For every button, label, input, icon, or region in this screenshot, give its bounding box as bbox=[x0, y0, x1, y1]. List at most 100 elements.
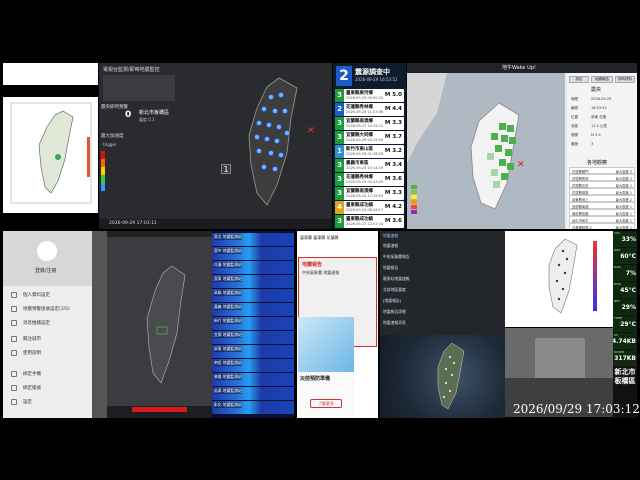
quake-row[interactable]: 4 臺東縣成功鎮 2026-09-24 08:28:17 M 4.2 bbox=[335, 201, 404, 214]
ad-button[interactable]: 了解更多 bbox=[310, 399, 342, 408]
intensity-scale bbox=[101, 151, 105, 191]
info-value: 臺東 花蓮 bbox=[591, 115, 607, 119]
sidebar-item[interactable]: 綁定手機 bbox=[23, 371, 41, 377]
quake-row[interactable]: 3 花蓮縣秀林鄉 2026-09-25 02:43:00 M 3.6 bbox=[335, 173, 404, 186]
sidebar-item[interactable]: 關注城市 bbox=[23, 336, 41, 342]
max-accel-value: trigger bbox=[103, 142, 117, 147]
ad-image bbox=[298, 317, 354, 372]
info-key: 深度 bbox=[571, 124, 578, 128]
station-row[interactable]: 花蓮縣秀林 最大震度 2 bbox=[569, 174, 635, 181]
stat-value: 317KB bbox=[614, 355, 636, 362]
app-title: 地牛Wake Up! bbox=[502, 65, 536, 71]
station-label: 臺中 地震監測站 bbox=[214, 248, 242, 254]
ad-card[interactable]: 災前預防準備 了解更多 bbox=[298, 317, 354, 415]
mobile-taiwan-map bbox=[146, 265, 186, 384]
quake-magnitude: M 4.2 bbox=[384, 204, 402, 210]
stat-tile: UP 4.74KB bbox=[613, 333, 637, 349]
quake-magnitude: M 3.7 bbox=[384, 134, 402, 140]
app-map-view[interactable]: ✕ bbox=[407, 73, 565, 229]
station-row[interactable]: 花蓮縣吉安 最大震度 2 bbox=[569, 181, 635, 188]
sidebar-item-icon bbox=[11, 320, 17, 326]
quake-row[interactable]: 1 新竹市東山區 2026-09-26 01:38:28 M 3.2 bbox=[335, 145, 404, 158]
live-monitor-panel: 電視台監測/即時地震監控 震央即時預警 0 新北市板橋區 震度 0.1 最大加速… bbox=[99, 63, 332, 229]
stat-label: TEMP bbox=[614, 316, 623, 320]
spectrum-strip: 高雄 地震監測站 bbox=[212, 289, 294, 302]
quake-row[interactable]: 3 嘉義市東區 2026-09-25 20:14:19 M 3.4 bbox=[335, 159, 404, 172]
sidebar-overlay[interactable] bbox=[92, 231, 107, 418]
stat-value: 29% bbox=[621, 304, 636, 311]
station-row[interactable]: 宜蘭縣南澳 最大震度 1 bbox=[569, 202, 635, 209]
alert-body: 中央氣象署 地震速報 bbox=[302, 270, 340, 275]
station-row[interactable]: 南投縣信義 最大震度 1 bbox=[569, 209, 635, 216]
monitor-info-box bbox=[103, 75, 175, 101]
mobile-sidebar: 登錄/注冊 個人資料設定地震預警接收設定(3/5) 消息推播設定 關注城市使用說明綁… bbox=[3, 231, 107, 418]
station-row[interactable]: 臺東縣池上 最大震度 2 bbox=[569, 195, 635, 202]
pending-count-badge: 2 bbox=[336, 66, 352, 86]
spectrum-strip: 屏東 地震監測站 bbox=[212, 345, 294, 358]
report-button[interactable]: 地震報告 bbox=[591, 76, 613, 83]
station-label: 花蓮 地震監測站 bbox=[214, 262, 242, 268]
stat-label: RAM bbox=[614, 265, 621, 269]
quake-magnitude: M 3.3 bbox=[384, 190, 402, 196]
realtime-button[interactable]: 即時資料 bbox=[615, 76, 635, 83]
mobile-statusbar bbox=[107, 231, 212, 237]
station-row[interactable]: 嘉義縣阿里山 最大震度 1 bbox=[569, 223, 635, 229]
quake-row[interactable]: 2 花蓮縣秀林鄉 2026-09-28 11:03:06 M 4.4 bbox=[335, 103, 404, 116]
quake-report-list: 2 震源調查中 2026-09-29 16:53:52 3 臺東縣東河鄉 2026-… bbox=[333, 63, 406, 229]
station-row[interactable]: 花蓮縣銅門 最大震度 3 bbox=[569, 167, 635, 174]
quake-row[interactable]: 3 臺東縣東河鄉 2026-09-29 09:50:20 M 5.0 bbox=[335, 89, 404, 102]
quake-magnitude: M 3.2 bbox=[384, 148, 402, 154]
settings-button[interactable]: 設定 bbox=[569, 76, 589, 83]
satellite-map bbox=[437, 342, 465, 410]
spectrum-strip: 苗栗 地震監測站 bbox=[212, 387, 294, 400]
sidebar-item[interactable]: 設定 bbox=[23, 399, 32, 405]
ad-title: 災前預防準備 bbox=[300, 376, 331, 382]
stat-value: 29°C bbox=[620, 321, 636, 328]
avatar[interactable] bbox=[37, 241, 57, 261]
monitor-footer-time: 2026-09-29 17:03:11 bbox=[109, 221, 157, 226]
blank-panel bbox=[3, 63, 98, 85]
sidebar-item[interactable]: 綁定帳號 bbox=[23, 385, 41, 391]
station-row[interactable]: 花蓮縣萬榮 最大震度 2 bbox=[569, 188, 635, 195]
quake-magnitude: M 4.4 bbox=[384, 106, 402, 112]
epicenter-sub: 震度 0.1 bbox=[139, 117, 155, 122]
intensity-badge: 2 bbox=[335, 103, 344, 116]
epicenter-place: 新北市板橋區 bbox=[139, 110, 170, 116]
sidebar-item[interactable]: 消息推播設定 bbox=[23, 320, 50, 326]
side-title: 震央 bbox=[591, 87, 602, 93]
info-key: 編號 bbox=[571, 106, 578, 110]
quake-row[interactable]: 3 宜蘭縣南澳鄉 2026-09-24 17:16:03 M 3.3 bbox=[335, 187, 404, 200]
quake-row[interactable]: 3 宜蘭縣南澳鄉 2026-09-27 15:45:12 M 3.3 bbox=[335, 117, 404, 130]
spectrum-strip: 臺中 地震監測站 bbox=[212, 247, 294, 260]
svg-text:✕: ✕ bbox=[517, 160, 525, 170]
epicenter-label: 震央即時預警 bbox=[101, 105, 128, 110]
login-link[interactable]: 登錄/注冊 bbox=[35, 267, 57, 274]
stat-value: 60°C bbox=[620, 253, 636, 260]
quake-row[interactable]: 3 臺東縣成功鎮 2026-09-23 22:07:44 M 3.6 bbox=[335, 215, 404, 228]
stat-value: 4.74KB bbox=[613, 338, 636, 345]
sidebar-item-icon bbox=[11, 399, 17, 405]
dot-map bbox=[548, 238, 597, 314]
intensity-badge: 3 bbox=[335, 187, 344, 200]
quake-row[interactable]: 3 宜蘭縣大同鄉 2026-09-26 04:15:00 M 3.7 bbox=[335, 131, 404, 144]
sidebar-item-icon bbox=[11, 336, 17, 342]
sidebar-item[interactable]: 個人資料設定 bbox=[23, 292, 50, 298]
sidebar-item-icon bbox=[11, 371, 17, 377]
intensity-indicator: 1 bbox=[221, 164, 231, 174]
spectrum-strip: 彰化 地震監測站 bbox=[212, 401, 294, 414]
station-label: 彰化 地震監測站 bbox=[214, 402, 242, 408]
region-label: 新北市板橋區 bbox=[614, 368, 636, 385]
clock: 2026/09/29 17:03:12 bbox=[513, 402, 640, 416]
monitor-title: 電視台監測/即時地震監控 bbox=[103, 67, 160, 73]
intensity-badge: 4 bbox=[335, 201, 344, 214]
taiwan-station-map: ✕ bbox=[248, 77, 315, 206]
sidebar-item[interactable]: 地震預警接收設定(3/5) bbox=[23, 306, 70, 312]
epicenter-value: 0 bbox=[125, 110, 132, 120]
spectrum-strip: 基隆 地震監測站 bbox=[212, 373, 294, 386]
station-label: 臺北 地震監測站 bbox=[214, 234, 242, 240]
quake-time: 2026-09-28 11:03:06 bbox=[346, 110, 384, 114]
intensity-dot-map bbox=[505, 231, 613, 327]
sidebar-item[interactable]: 使用說明 bbox=[23, 350, 41, 356]
station-row[interactable]: 臺中市和平 最大震度 1 bbox=[569, 216, 635, 223]
chat-header: 地震速報 bbox=[383, 233, 399, 238]
